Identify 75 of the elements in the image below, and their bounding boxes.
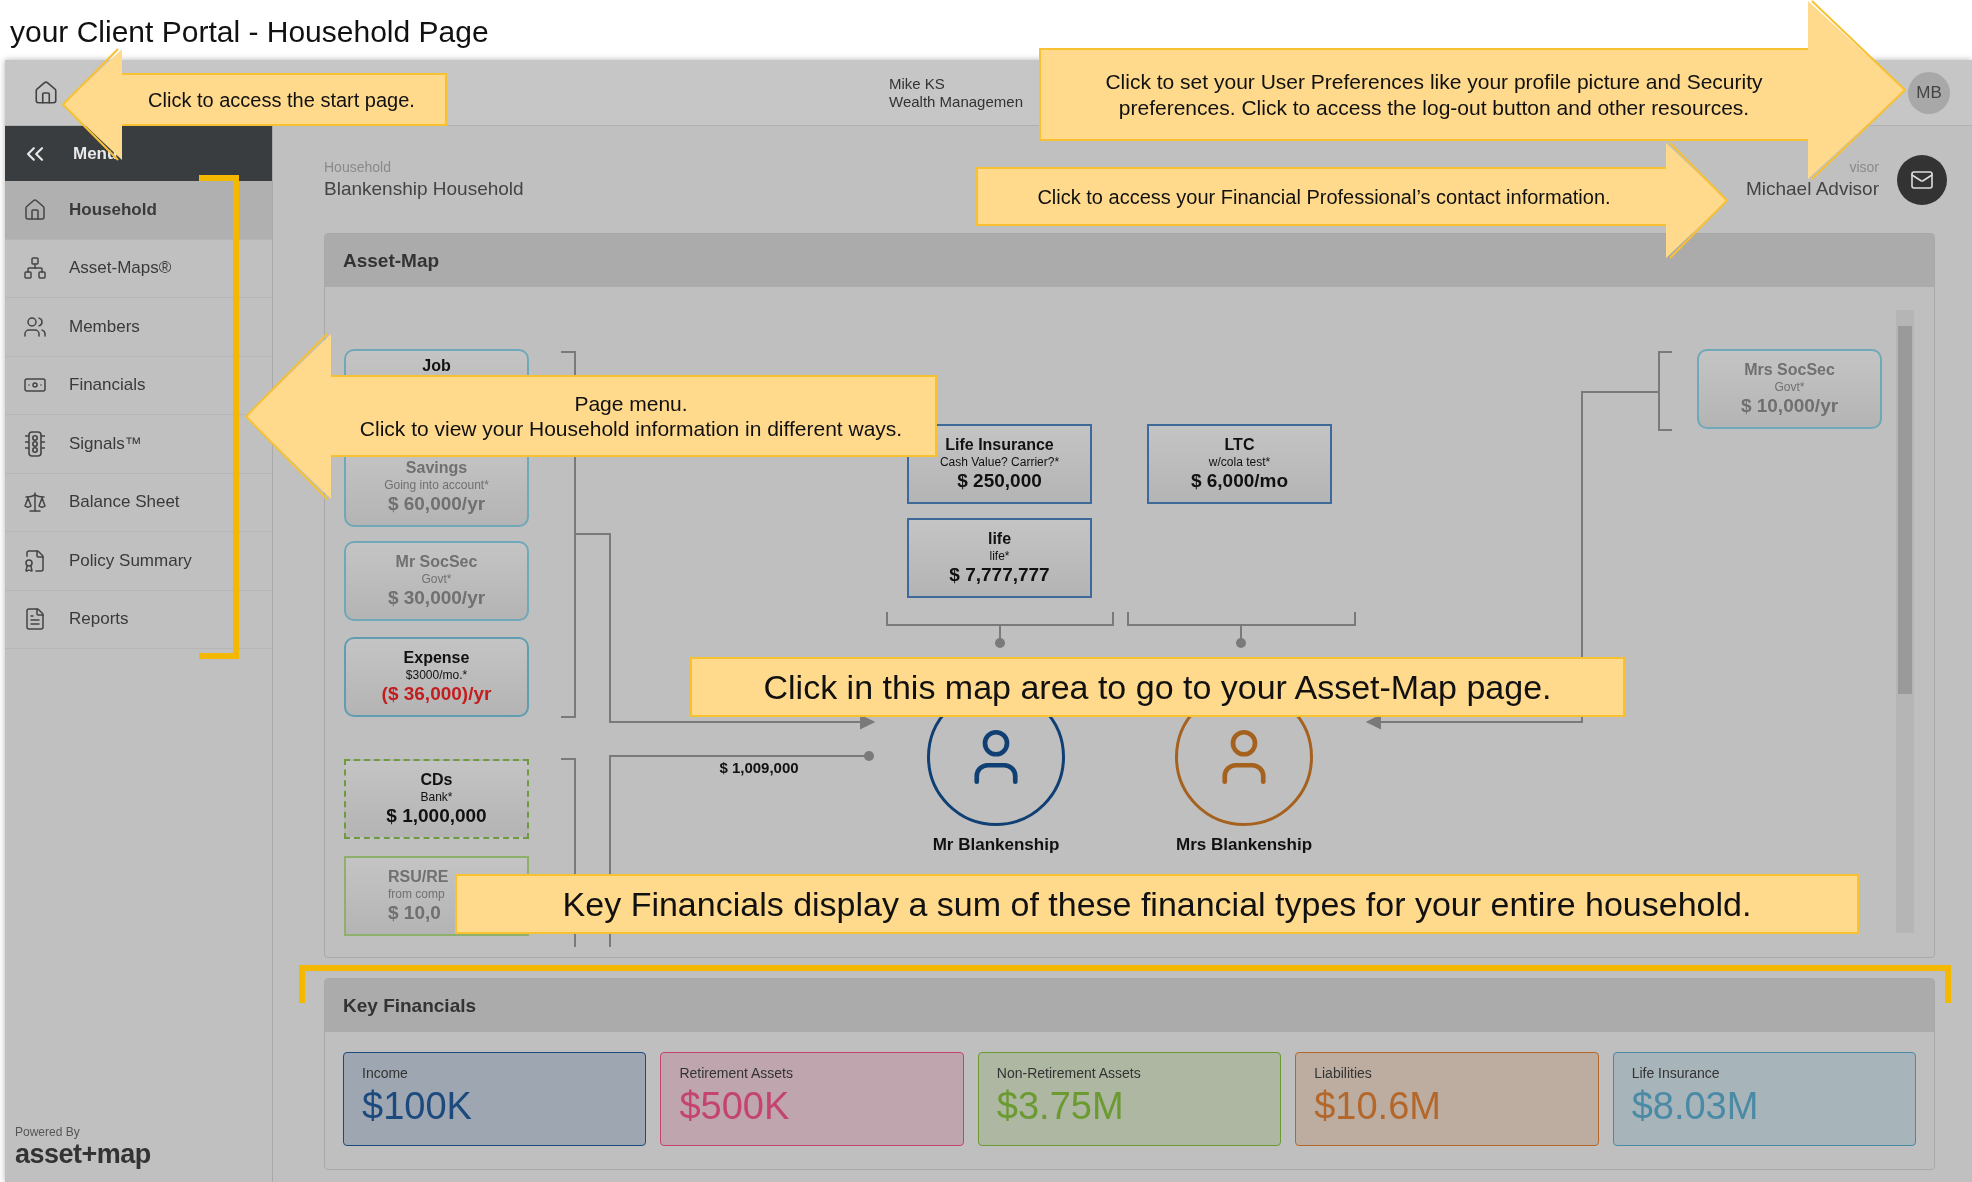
financial-card[interactable]: Income $100K — [343, 1052, 647, 1146]
sidebar-item[interactable]: Household — [5, 181, 272, 240]
card-label: Retirement Assets — [679, 1065, 794, 1081]
card-value: $8.03M — [1631, 1085, 1760, 1128]
node-title: Expense — [403, 648, 470, 668]
asset-node[interactable]: life life* $ 7,777,777 — [907, 518, 1092, 598]
financial-card[interactable]: Liabilities $10.6M — [1295, 1052, 1599, 1146]
node-subtitle: Going into account* — [384, 477, 489, 492]
asset-node[interactable]: Expense $3000/mo.* ($ 36,000)/yr — [344, 637, 529, 717]
people-icon — [23, 314, 47, 339]
node-title: Mrs SocSec — [1744, 360, 1835, 380]
node-title: CDs — [420, 770, 453, 790]
node-value: $ 1,000,000 — [386, 803, 487, 828]
node-value: $ 7,777,777 — [949, 562, 1050, 587]
member-name: Mrs Blankenship — [1176, 835, 1312, 855]
home-icon[interactable] — [33, 79, 59, 106]
card-label: Income — [362, 1065, 409, 1081]
card-label: Life Insurance — [1631, 1065, 1721, 1081]
asset-node[interactable]: LTC w/cola test* $ 6,000/mo — [1147, 424, 1332, 504]
document-badge-icon — [23, 548, 47, 573]
flow-amount: $ 1,009,000 — [719, 759, 799, 776]
financial-card[interactable]: Life Insurance $8.03M — [1612, 1052, 1917, 1146]
node-subtitle: $3000/mo.* — [405, 667, 468, 682]
node-title: life — [987, 529, 1012, 549]
card-value: $500K — [679, 1085, 791, 1128]
document-icon — [23, 607, 47, 632]
node-subtitle: Govt* — [421, 571, 452, 586]
scales-icon — [23, 490, 47, 515]
panel-title: Key Financials — [325, 979, 1934, 1032]
node-title: RSU/RE — [388, 867, 449, 887]
household-name: Blankenship Household — [324, 178, 524, 200]
page-title: your Client Portal - Household Page — [10, 17, 489, 47]
node-value: $ 10,0 — [388, 901, 441, 925]
node-title: Life Insurance — [945, 435, 1054, 455]
callout-tooltip: Key Financials display a sum of these financial types for your entire household. — [455, 874, 1859, 934]
scrollbar-thumb[interactable] — [1898, 326, 1912, 694]
asset-node[interactable]: Life Insurance Cash Value? Carrier?* $ 250,000 — [907, 424, 1092, 504]
financial-card[interactable]: Non-Retirement Assets $3.75M — [977, 1052, 1282, 1146]
advisor-name: Michael Advisor — [1745, 178, 1879, 200]
financial-card[interactable]: Retirement Assets $500K — [660, 1052, 964, 1146]
traffic-light-icon — [23, 430, 47, 457]
card-value: $10.6M — [1314, 1085, 1442, 1128]
node-value: $ 250,000 — [957, 468, 1042, 493]
node-value: $ 10,000/yr — [1740, 393, 1839, 418]
card-label: Non-Retirement Assets — [996, 1065, 1142, 1081]
node-subtitle: Govt* — [1774, 379, 1805, 394]
callout-tooltip: Click in this map area to go to your Asset-Map page. — [690, 657, 1625, 717]
firm-name: Mike KS — [889, 75, 946, 93]
node-value: $ 30,000/yr — [387, 585, 486, 610]
node-subtitle: life* — [989, 548, 1010, 563]
node-subtitle: from comp — [388, 886, 445, 901]
brand-logo: asset+map — [15, 1139, 152, 1170]
asset-node[interactable]: CDs Bank* $ 1,000,000 — [344, 759, 529, 839]
node-value: $ 60,000/yr — [387, 492, 486, 516]
member-name: Mr Blankenship — [932, 835, 1060, 855]
user-avatar[interactable]: MB — [1908, 71, 1950, 114]
node-value: $ 6,000/mo — [1190, 468, 1289, 493]
hierarchy-icon — [23, 256, 47, 281]
panel-title: Asset-Map — [325, 234, 1934, 287]
node-title: LTC — [1224, 435, 1255, 455]
card-value: $3.75M — [996, 1085, 1125, 1128]
node-subtitle: Bank* — [420, 789, 453, 804]
firm-subtitle: Wealth Managemen — [889, 92, 1023, 110]
node-title: Mr SocSec — [395, 552, 478, 572]
node-title: Savings — [405, 458, 468, 478]
node-subtitle: Cash Value? Carrier?* — [939, 454, 1060, 469]
card-label: Liabilities — [1314, 1065, 1373, 1081]
node-title: Job — [422, 356, 451, 376]
node-value: ($ 36,000)/yr — [381, 681, 492, 706]
mail-button[interactable] — [1897, 154, 1947, 205]
powered-by-label: Powered By — [15, 1125, 81, 1139]
node-subtitle: w/cola test* — [1208, 454, 1271, 469]
card-value: $100K — [362, 1085, 473, 1128]
house-icon — [23, 197, 47, 222]
scrollbar[interactable] — [1896, 310, 1914, 933]
